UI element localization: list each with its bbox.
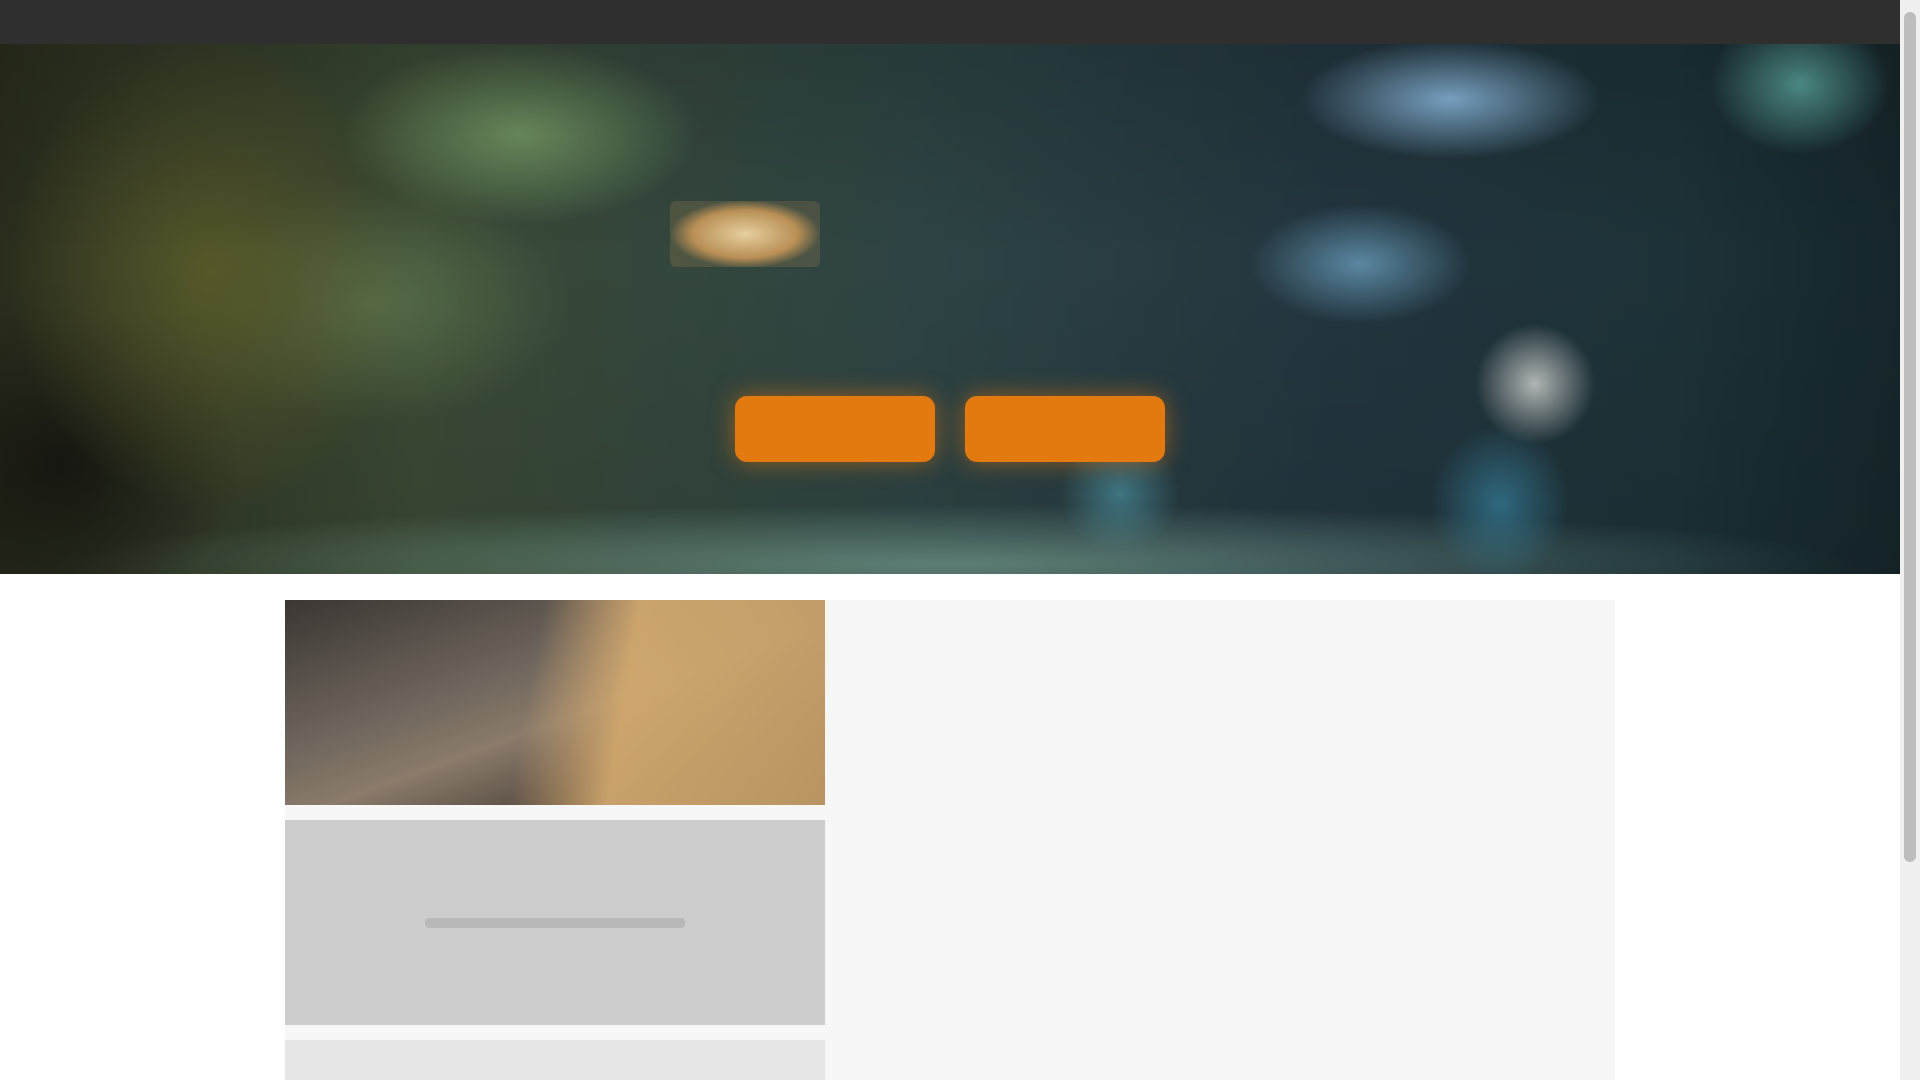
content-list xyxy=(285,600,1615,1080)
card-thumbnail-image[interactable] xyxy=(285,1040,825,1080)
content-card xyxy=(285,1040,1615,1080)
card-thumbnail-placeholder[interactable] xyxy=(285,820,825,1025)
placeholder-image-icon xyxy=(425,917,685,928)
scrollbar-thumb[interactable] xyxy=(1904,12,1916,862)
top-navigation-bar xyxy=(0,0,1920,44)
page-scrollbar[interactable] xyxy=(1900,0,1920,1080)
hero-banner xyxy=(0,44,1900,574)
hero-secondary-button[interactable] xyxy=(965,396,1165,462)
card-thumbnail-image[interactable] xyxy=(285,600,825,805)
hero-title-group xyxy=(670,199,1240,269)
hero-background-image xyxy=(0,44,1900,574)
hero-button-group xyxy=(735,396,1165,462)
content-card xyxy=(285,600,1615,820)
card-body xyxy=(825,600,1615,820)
card-body xyxy=(825,1040,1615,1080)
hero-primary-button[interactable] xyxy=(735,396,935,462)
game-logo-icon xyxy=(670,201,820,267)
content-card xyxy=(285,820,1615,1040)
card-body xyxy=(825,820,1615,1040)
